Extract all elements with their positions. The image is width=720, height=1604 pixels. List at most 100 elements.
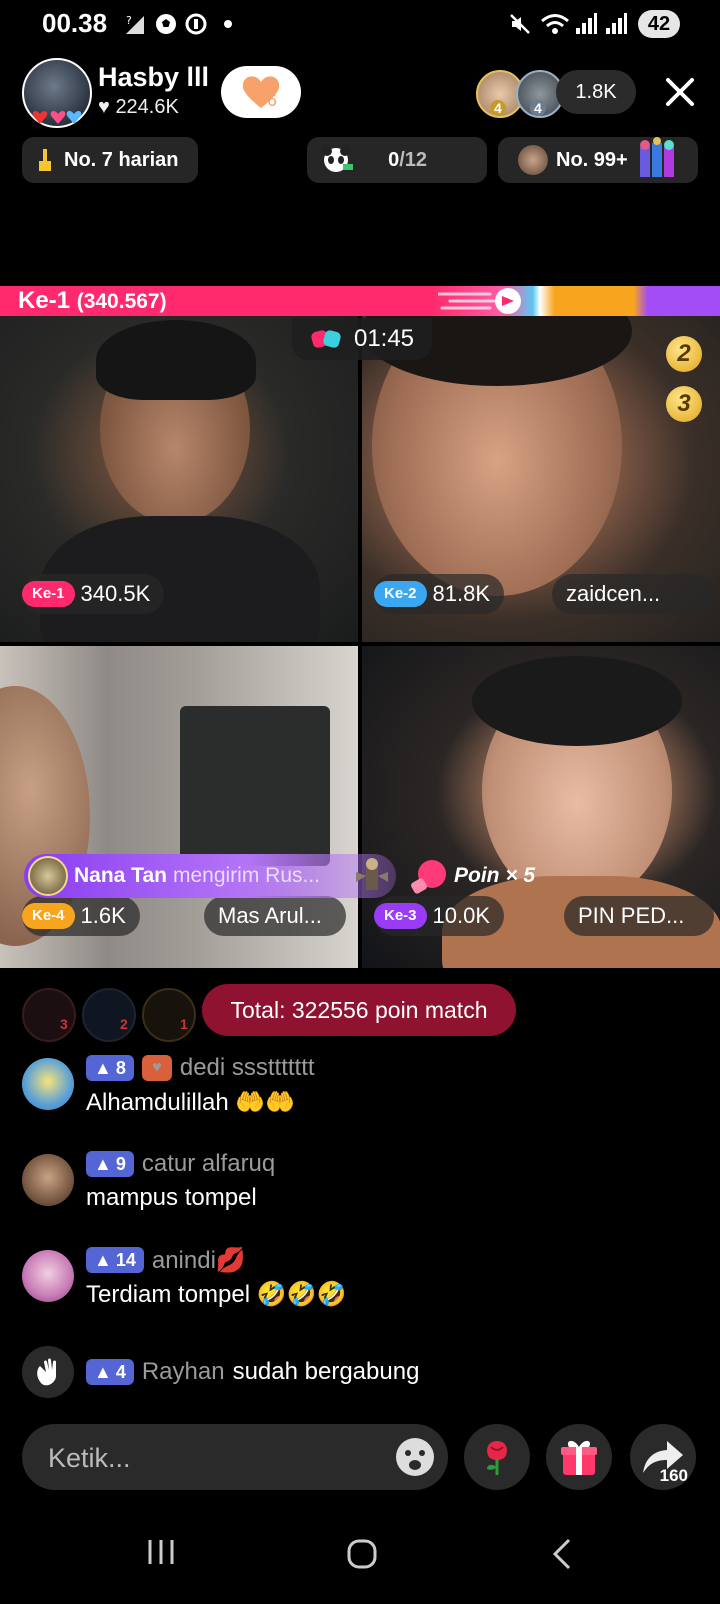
back-icon[interactable]	[552, 1538, 572, 1570]
join-username: Rayhan	[141, 1358, 225, 1385]
quest-total: /12	[399, 148, 427, 171]
rose-gift-button[interactable]	[464, 1424, 530, 1490]
emoji-icon[interactable]	[394, 1436, 436, 1478]
close-icon[interactable]	[660, 72, 700, 112]
tile-streamer-name[interactable]: Mas Arul...	[204, 896, 346, 936]
chat-text: Terdiam tompel 🤣🤣🤣	[86, 1281, 347, 1308]
rank-pill-2[interactable]: No. 99+	[498, 137, 698, 183]
tile-score-pill: Ke-4 1.6K	[22, 896, 140, 936]
chat-message[interactable]: ▲ 9 catur alfaruq mampus tompel	[22, 1150, 682, 1214]
join-text: sudah bergabung	[232, 1358, 420, 1385]
follow-button[interactable]: 6	[221, 66, 301, 118]
daily-rank-pill[interactable]: No. 7 harian	[22, 137, 198, 183]
video-tile-4[interactable]: Ke-3 10.0K PIN PED...	[362, 646, 720, 968]
battle-leader: Ke-1 (340.567)	[18, 286, 167, 316]
chat-username: dedi sssttttttt	[179, 1054, 315, 1081]
points-multiplier: Poin × 5	[408, 856, 535, 896]
battle-gloves-icon	[311, 330, 341, 348]
supporter-rank-3: 3	[60, 1016, 68, 1032]
chat-username: catur alfaruq	[141, 1150, 276, 1177]
comment-box[interactable]	[22, 1424, 448, 1492]
data-saver-icon	[185, 13, 207, 35]
supporter-avatar-3[interactable]	[22, 988, 76, 1042]
signal-icon	[576, 13, 597, 34]
tile-rank-badge: Ke-3	[374, 903, 427, 929]
signal-2-icon	[606, 13, 627, 34]
chat-avatar	[22, 1154, 74, 1206]
tile-streamer-name[interactable]: PIN PED...	[564, 896, 714, 936]
host-name[interactable]: Hasby lll	[98, 62, 209, 93]
join-message: ▲ 4 Rayhan sudah bergabung	[22, 1346, 682, 1402]
tile-streamer-name[interactable]: zaidcen...	[552, 574, 714, 614]
streamer-hair	[472, 656, 682, 746]
signal-unknown-icon: ?	[126, 14, 144, 34]
medal-2-icon: 2	[666, 336, 702, 372]
supporter-rank-2: 2	[120, 1016, 128, 1032]
chat-message[interactable]: ▲ 14 anindi💋 Terdiam tompel 🤣🤣🤣	[22, 1246, 682, 1310]
tile-score: 81.8K	[432, 581, 491, 606]
comment-input[interactable]	[46, 1424, 370, 1492]
notification-dot-icon	[224, 20, 232, 28]
level-value: 14	[115, 1249, 136, 1270]
hearts-decoration-icon	[32, 110, 82, 124]
video-tile-3[interactable]: Ke-4 1.6K Mas Arul...	[0, 646, 358, 968]
top-viewer-badge-2: 4	[530, 100, 546, 116]
gift-box-icon	[561, 1440, 597, 1475]
host-likes-count: 224.6K	[115, 96, 179, 118]
chat-message[interactable]: ▲ 8 ♥ dedi sssttttttt Alhamdulillah 🤲🤲	[22, 1054, 682, 1118]
wifi-icon	[541, 14, 569, 34]
gift-sender-avatar	[28, 856, 68, 896]
battle-timer-value: 01:45	[353, 325, 415, 352]
tile-score-pill: Ke-2 81.8K	[374, 574, 505, 614]
video-tile-2[interactable]: 2 3 Ke-2 81.8K zaidcen...	[362, 316, 720, 642]
gift-banner[interactable]: Nana Tan mengirim Rus...	[24, 854, 396, 898]
home-icon[interactable]	[346, 1538, 378, 1570]
top-viewer-badge-1: 4	[490, 100, 506, 116]
recent-apps-icon[interactable]	[146, 1538, 176, 1566]
tile-score-pill: Ke-3 10.0K	[374, 896, 505, 936]
chat-text: Alhamdulillah 🤲🤲	[86, 1089, 296, 1116]
level-badge: ▲ 14	[86, 1247, 144, 1273]
gift-sender-name: Nana Tan	[74, 864, 167, 887]
gift-warrior-icon	[356, 858, 388, 890]
warriors-icon	[639, 137, 674, 177]
host-likes: ♥ 224.6K	[98, 96, 179, 119]
viewer-count[interactable]: 1.8K	[556, 70, 636, 114]
supporter-avatar-1[interactable]	[142, 988, 196, 1042]
battle-timer: 01:45	[292, 318, 432, 360]
level-value: 4	[115, 1361, 126, 1382]
hand-pointer-icon	[39, 149, 51, 171]
quest-pill[interactable]: 0/12	[307, 137, 487, 183]
soccer-ball-icon	[156, 14, 176, 34]
level-badge: ▲ 9	[86, 1151, 134, 1177]
daily-rank-label: No. 7 harian	[64, 148, 179, 171]
chat-text: mampus tompel	[86, 1184, 257, 1211]
mute-icon	[510, 14, 530, 34]
tile-score-pill: Ke-1 340.5K	[22, 574, 165, 614]
level-value: 8	[115, 1057, 126, 1078]
boxing-glove-icon	[411, 860, 446, 894]
level-badge: ▲ 8	[86, 1055, 134, 1081]
triangle-icon: ▲	[94, 1057, 112, 1078]
battle-leader-score: (340.567)	[76, 290, 167, 313]
battle-progress-marker-icon	[438, 288, 521, 314]
battery-indicator: 42	[638, 10, 680, 38]
tile-rank-badge: Ke-4	[22, 903, 75, 929]
gift-button[interactable]	[546, 1424, 612, 1490]
video-tile-1[interactable]: Ke-1 340.5K	[0, 316, 358, 642]
fan-heart-icon: 6	[242, 76, 280, 110]
share-button[interactable]: 160	[630, 1424, 696, 1490]
heart-icon: ♥	[98, 96, 110, 118]
supporter-avatar-2[interactable]	[82, 988, 136, 1042]
points-multiplier-label: Poin × 5	[454, 864, 536, 887]
ranker-avatar	[518, 145, 548, 175]
level-badge: ▲ 4	[86, 1359, 134, 1385]
tile-rank-badge: Ke-1	[22, 581, 75, 607]
share-count: 160	[659, 1466, 688, 1485]
status-time: 00.38	[42, 8, 108, 38]
chat-username: anindi💋	[151, 1246, 246, 1274]
svg-text:?: ?	[126, 14, 132, 27]
streamer-hair	[96, 320, 256, 400]
tile-rank-badge: Ke-2	[374, 581, 427, 607]
panda-icon	[322, 146, 353, 172]
